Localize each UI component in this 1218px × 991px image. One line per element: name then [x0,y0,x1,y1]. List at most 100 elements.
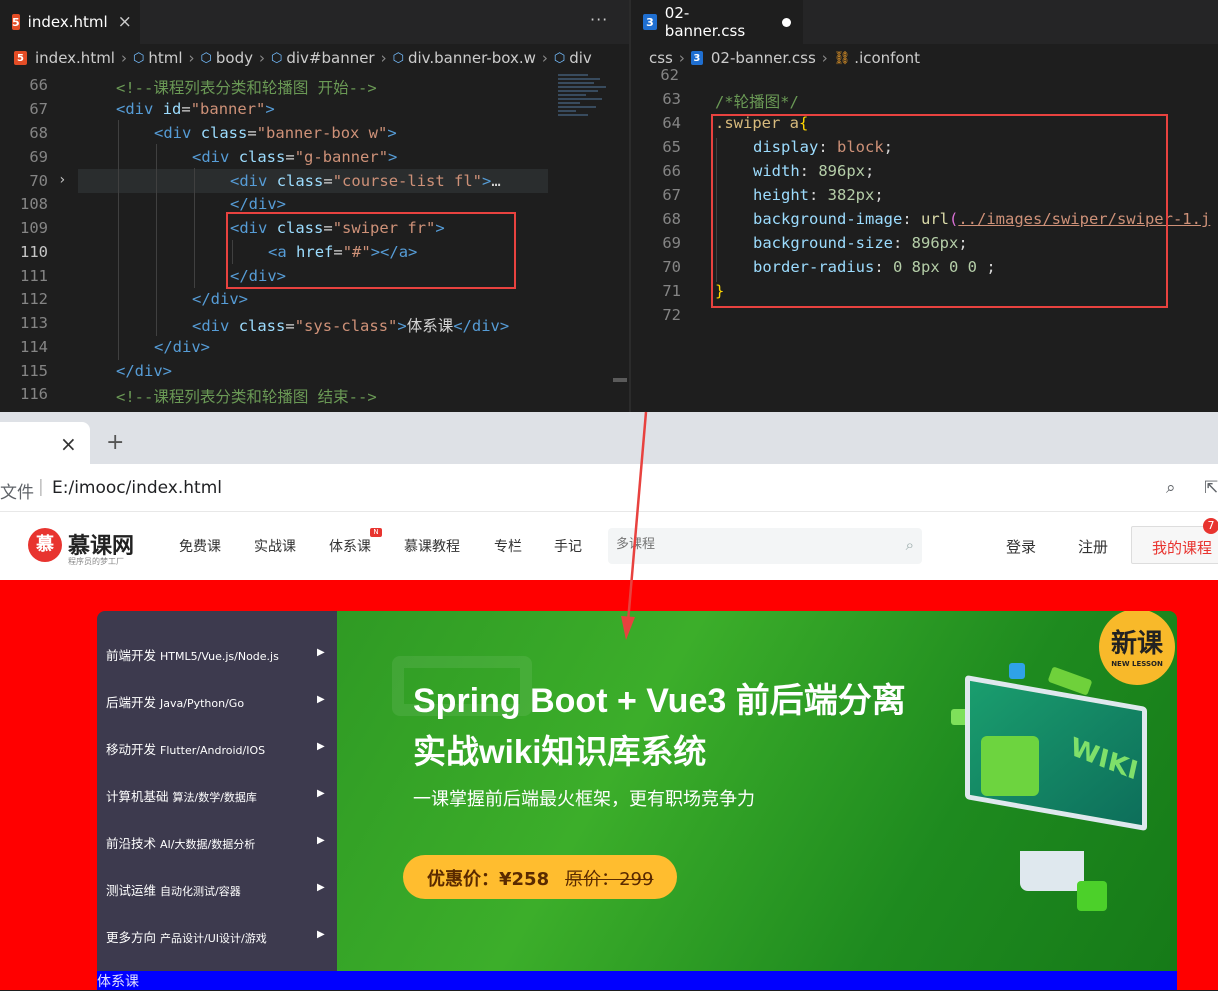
line-number: 112 [20,290,48,308]
tab-label: 02-banner.css [664,4,746,40]
line-number: 111 [20,267,48,285]
line-number: 69 [662,234,681,252]
close-icon[interactable]: × [118,12,132,32]
category-item[interactable]: 移动开发 Flutter/Android/IOS [106,739,265,758]
category-item[interactable]: 测试运维 自动化测试/容器 [106,880,241,899]
code-line: <div class="sys-class">体系课</div> [192,317,510,335]
course-category-list: 前端开发 HTML5/Vue.js/Node.js ▶ 后端开发 Java/Pyth… [97,611,337,971]
search-box[interactable]: ⌕ [608,528,922,564]
green-cube [1077,881,1107,911]
category-item[interactable]: 计算机基础 算法/数学/数据库 [106,786,257,805]
search-input[interactable] [616,536,886,551]
code-line: <div id="banner"> [116,100,275,118]
share-icon[interactable]: ⇱ [1204,478,1218,498]
tab-bar: 3 02-banner.css [631,0,1218,44]
category-item[interactable]: 前沿技术 AI/大数据/数据分析 [106,833,255,852]
breadcrumb: 5 index.html › ⬡ html › ⬡ body › ⬡ div#banner ›… [0,44,629,72]
url-text[interactable]: E:/imooc/index.html [52,478,222,498]
category-item[interactable]: 更多方向 产品设计/UI设计/游戏 [106,927,267,946]
nav-notes[interactable]: 手记 [554,536,582,556]
notification-badge: 7 [1203,518,1218,534]
css3-icon: 3 [690,51,703,65]
swiper-banner[interactable]: Spring Boot + Vue3 前后端分离 实战wiki知识库系统 一课掌… [337,611,1177,971]
line-number: 113 [20,314,48,332]
sys-class-bar: 体系课 [97,971,1177,990]
nav-free-course[interactable]: 免费课 [179,536,221,556]
category-item[interactable]: 后端开发 Java/Python/Go [106,692,244,711]
breadcrumb-item[interactable]: div [569,49,592,67]
monitor-stand [1020,851,1084,891]
code-line: </div> [116,362,173,380]
address-bar[interactable]: 文件 | E:/imooc/index.html ⌕ ⇱ [0,464,1218,512]
html5-icon: 5 [12,14,20,30]
line-number: 62 [660,66,679,84]
nav-system-course[interactable]: 体系课 [329,536,371,556]
line-number: 116 [20,385,48,403]
search-icon[interactable]: ⌕ [906,536,914,554]
code-area[interactable]: 62 63 64 65 66 67 68 69 70 71 72 /*轮播图*/… [631,66,1218,412]
code-area[interactable]: 66 67 68 69 70 108 109 110 111 112 113 1… [0,72,629,412]
banner-title-2: 实战wiki知识库系统 [413,733,707,770]
close-tab-icon[interactable]: × [60,432,77,456]
browser-tab[interactable]: × [0,422,90,464]
breadcrumb-item[interactable]: 02-banner.css [711,49,816,67]
code-comment: <!--课程列表分类和轮播图 结束--> [116,388,377,406]
breadcrumb-item[interactable]: html [148,49,182,67]
site-header: 慕 慕课网 程序员的梦工厂 免费课 实战课 体系课 N 慕课教程 专栏 手记 ⌕… [0,512,1218,580]
breadcrumb-item[interactable]: index.html [35,49,115,67]
nav-tutorial[interactable]: 慕课教程 [404,536,460,556]
wiki-text: WIKI [1067,732,1141,787]
editor-left: 5 index.html × ··· 5 index.html › ⬡ html › … [0,0,629,412]
zoom-icon[interactable]: ⌕ [1166,478,1176,498]
breadcrumb-item[interactable]: body [216,49,253,67]
file-label: 文件 [0,483,34,503]
tab-banner-css[interactable]: 3 02-banner.css [631,0,803,44]
element-icon: ⬡ [392,50,404,66]
arrow-right-icon: ▶ [317,835,325,846]
fold-chevron-icon[interactable]: › [58,172,66,188]
code-line: </div> [192,290,249,308]
unsaved-dot-icon[interactable] [782,17,791,27]
site-logo[interactable]: 慕 慕课网 程序员的梦工厂 [28,526,178,570]
nav-practical-course[interactable]: 实战课 [254,536,296,556]
line-number: 109 [20,219,48,237]
breadcrumb-item[interactable]: div.banner-box.w [408,49,536,67]
element-icon: ⬡ [132,50,145,66]
price-pill: 优惠价：¥258 原价：299 [403,855,677,899]
element-icon: ⬡ [200,50,212,66]
category-item[interactable]: 前端开发 HTML5/Vue.js/Node.js [106,645,279,664]
line-number: 114 [20,338,48,356]
code-line: <div class="banner-box w"> [154,124,397,142]
price-current: 优惠价：¥258 [427,869,550,890]
nav-column[interactable]: 专栏 [494,536,522,556]
breadcrumb-item[interactable]: .iconfont [854,49,920,67]
arrow-right-icon: ▶ [317,694,325,705]
decor-chip [1009,663,1025,679]
element-icon: ⬡ [270,50,283,66]
element-icon: ⬡ [553,50,566,66]
property-icon: ⛓ [833,50,851,66]
annotation-box [226,212,516,289]
line-number: 67 [29,100,48,118]
breadcrumb-item[interactable]: div#banner [286,49,374,67]
code-comment: <!--课程列表分类和轮播图 开始--> [116,79,377,97]
line-number: 68 [662,210,681,228]
breadcrumb-item[interactable]: css [649,49,673,67]
arrow-right-icon: ▶ [317,741,325,752]
browser-window: × + 文件 | E:/imooc/index.html ⌕ ⇱ 慕 慕课网 程… [0,412,1218,990]
code-line: </div> [230,195,287,213]
tab-index-html[interactable]: 5 index.html × [0,0,140,44]
more-actions-icon[interactable]: ··· [590,10,608,29]
arrow-right-icon: ▶ [317,929,325,940]
tab-bar: 5 index.html × ··· [0,0,629,44]
line-number: 66 [662,162,681,180]
editor-right: 3 02-banner.css css › 3 02-banner.css › ⛓ .i… [631,0,1218,412]
new-tab-button[interactable]: + [106,430,124,455]
new-lesson-badge: 新课 NEW LESSON [1099,611,1175,685]
code-line: <div class="course-list fl">… [230,172,501,190]
browser-tab-strip: × + [0,412,1218,464]
login-link[interactable]: 登录 [1006,536,1036,557]
line-number: 68 [29,124,48,142]
register-link[interactable]: 注册 [1078,536,1108,557]
arrow-right-icon: ▶ [317,882,325,893]
